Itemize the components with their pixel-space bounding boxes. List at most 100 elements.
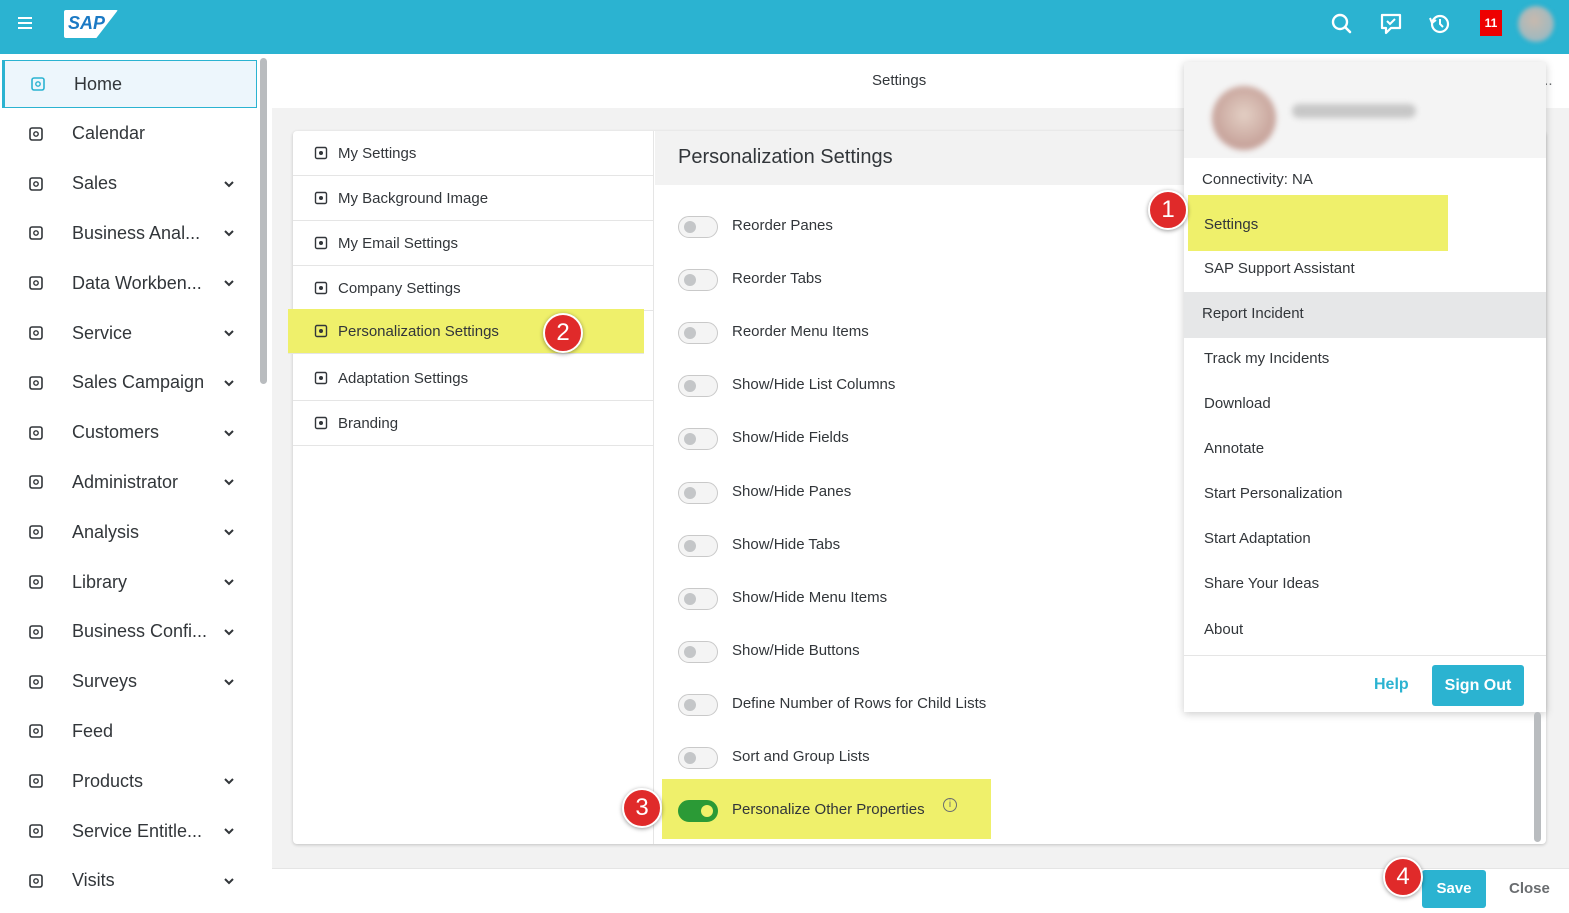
business-analytics-icon — [26, 223, 46, 243]
feed-icon — [26, 721, 46, 741]
settings-nav-personalization-settings[interactable]: Personalization Settings — [288, 309, 644, 354]
visits-icon — [26, 871, 46, 891]
chevron-down-icon[interactable] — [222, 625, 236, 639]
sidebar-item-analysis[interactable]: Analysis — [0, 508, 258, 556]
chevron-down-icon[interactable] — [222, 276, 236, 290]
search-icon[interactable] — [1328, 10, 1356, 38]
user-menu-item-download[interactable]: Download — [1184, 382, 1546, 427]
toggle-switch[interactable] — [678, 534, 718, 557]
chevron-down-icon[interactable] — [222, 376, 236, 390]
sidebar-item-label: Calendar — [72, 123, 146, 144]
toggle-label: Reorder Panes — [732, 217, 833, 234]
library-icon — [26, 572, 46, 592]
sidebar-item-library[interactable]: Library — [0, 558, 258, 606]
toggle-knob — [684, 327, 696, 340]
sidebar-item-calendar[interactable]: Calendar — [0, 110, 258, 158]
toggle-label: Reorder Tabs — [732, 270, 822, 288]
sidebar-item-business-anal[interactable]: Business Anal... — [0, 209, 258, 257]
user-menu-item-settings[interactable]: Settings — [1188, 195, 1448, 251]
chevron-down-icon[interactable] — [222, 824, 236, 838]
sap-logo[interactable]: SAP — [64, 10, 118, 38]
chevron-down-icon[interactable] — [222, 326, 236, 340]
business-config-icon — [26, 622, 46, 642]
user-menu-item-start-adaptation[interactable]: Start Adaptation — [1184, 517, 1546, 562]
email-edit-icon — [313, 235, 329, 251]
settings-nav-my-settings[interactable]: My Settings — [293, 131, 654, 176]
settings-nav-branding[interactable]: Branding — [293, 401, 654, 446]
detail-scrollbar[interactable] — [1534, 712, 1541, 842]
chevron-down-icon[interactable] — [222, 177, 236, 191]
chevron-down-icon[interactable] — [222, 226, 236, 240]
user-menu-item-start-personalization[interactable]: Start Personalization — [1184, 472, 1546, 517]
settings-nav-my-background-image[interactable]: My Background Image — [293, 176, 654, 221]
toggle-switch[interactable] — [678, 269, 718, 292]
home-icon — [28, 74, 48, 94]
user-menu-item-track-my-incidents[interactable]: Track my Incidents — [1184, 337, 1546, 382]
notification-icon[interactable]: 11 — [1480, 10, 1502, 36]
toggle-knob — [701, 805, 713, 818]
toggle-switch[interactable] — [678, 322, 718, 345]
toggle-switch[interactable] — [678, 428, 718, 451]
toggle-switch[interactable] — [678, 640, 718, 663]
user-avatar[interactable] — [1518, 6, 1554, 42]
toggle-switch[interactable] — [678, 481, 718, 504]
toggle-switch[interactable] — [678, 375, 718, 398]
settings-nav-adaptation-settings[interactable]: Adaptation Settings — [293, 356, 654, 401]
user-menu-item-label: SAP Support Assistant — [1204, 260, 1355, 277]
toggle-label: Reorder Menu Items — [732, 323, 869, 341]
toggle-switch[interactable] — [678, 216, 718, 238]
sidebar-item-business-confi[interactable]: Business Confi... — [0, 608, 258, 656]
user-menu-item-about[interactable]: About — [1184, 608, 1546, 653]
sidebar-item-surveys[interactable]: Surveys — [0, 658, 258, 706]
sidebar-item-visits[interactable]: Visits — [0, 857, 258, 905]
user-menu-item-annotate[interactable]: Annotate — [1184, 427, 1546, 472]
sidebar-item-administrator[interactable]: Administrator — [0, 458, 258, 506]
sidebar-item-feed[interactable]: Feed — [0, 707, 258, 755]
sidebar-item-service[interactable]: Service — [0, 309, 258, 357]
sidebar-item-data-workben[interactable]: Data Workben... — [0, 259, 258, 307]
chevron-down-icon[interactable] — [222, 475, 236, 489]
settings-nav-company-settings[interactable]: Company Settings — [293, 266, 654, 311]
user-menu-item-report-incident[interactable]: Report Incident — [1184, 292, 1546, 338]
chevron-down-icon[interactable] — [222, 774, 236, 788]
callout-badge-2: 2 — [543, 313, 583, 353]
settings-nav-my-email-settings[interactable]: My Email Settings — [293, 221, 654, 266]
sidebar-item-home[interactable]: Home — [2, 60, 257, 108]
sign-out-button[interactable]: Sign Out — [1432, 665, 1524, 706]
help-link[interactable]: Help — [1374, 676, 1409, 694]
toggle-switch[interactable] — [678, 693, 718, 716]
toggle-switch[interactable] — [678, 747, 718, 769]
toggle-knob — [684, 433, 696, 446]
sidebar-item-products[interactable]: Products — [0, 757, 258, 805]
sidebar-item-service-entitle[interactable]: Service Entitle... — [0, 807, 258, 855]
chevron-down-icon[interactable] — [222, 525, 236, 539]
toggle-knob — [684, 592, 696, 605]
toggle-knob — [684, 380, 696, 393]
toggle-switch[interactable] — [678, 587, 718, 610]
user-menu-item-label: Download — [1204, 395, 1271, 412]
user-menu-item-sap-support-assistant[interactable]: SAP Support Assistant — [1184, 247, 1546, 292]
callout-badge-1: 1 — [1148, 190, 1188, 230]
chevron-down-icon[interactable] — [222, 575, 236, 589]
toggle-switch[interactable] — [678, 800, 718, 823]
chat-icon[interactable] — [1377, 10, 1405, 38]
sidebar-scrollbar[interactable] — [260, 58, 267, 384]
info-icon[interactable]: i — [943, 798, 957, 812]
chevron-down-icon[interactable] — [222, 426, 236, 440]
settings-nav-label: Adaptation Settings — [338, 369, 469, 387]
toggle-label: Show/Hide List Columns — [732, 376, 896, 394]
save-button[interactable]: Save — [1422, 870, 1486, 908]
sidebar-item-label: Business Confi... — [72, 621, 208, 642]
user-menu-item-share-your-ideas[interactable]: Share Your Ideas — [1184, 562, 1546, 607]
menu-icon[interactable] — [15, 14, 37, 38]
chevron-down-icon[interactable] — [222, 675, 236, 689]
chevron-down-icon[interactable] — [222, 874, 236, 888]
sidebar-item-sales-campaign[interactable]: Sales Campaign — [0, 359, 258, 407]
user-menu-item-label: About — [1204, 621, 1244, 638]
service-entitlements-icon — [26, 821, 46, 841]
history-icon[interactable] — [1426, 10, 1454, 38]
sidebar-item-sales[interactable]: Sales — [0, 160, 258, 208]
user-settings-icon — [313, 145, 329, 161]
sidebar-item-customers[interactable]: Customers — [0, 409, 258, 457]
close-button[interactable]: Close — [1509, 880, 1550, 897]
